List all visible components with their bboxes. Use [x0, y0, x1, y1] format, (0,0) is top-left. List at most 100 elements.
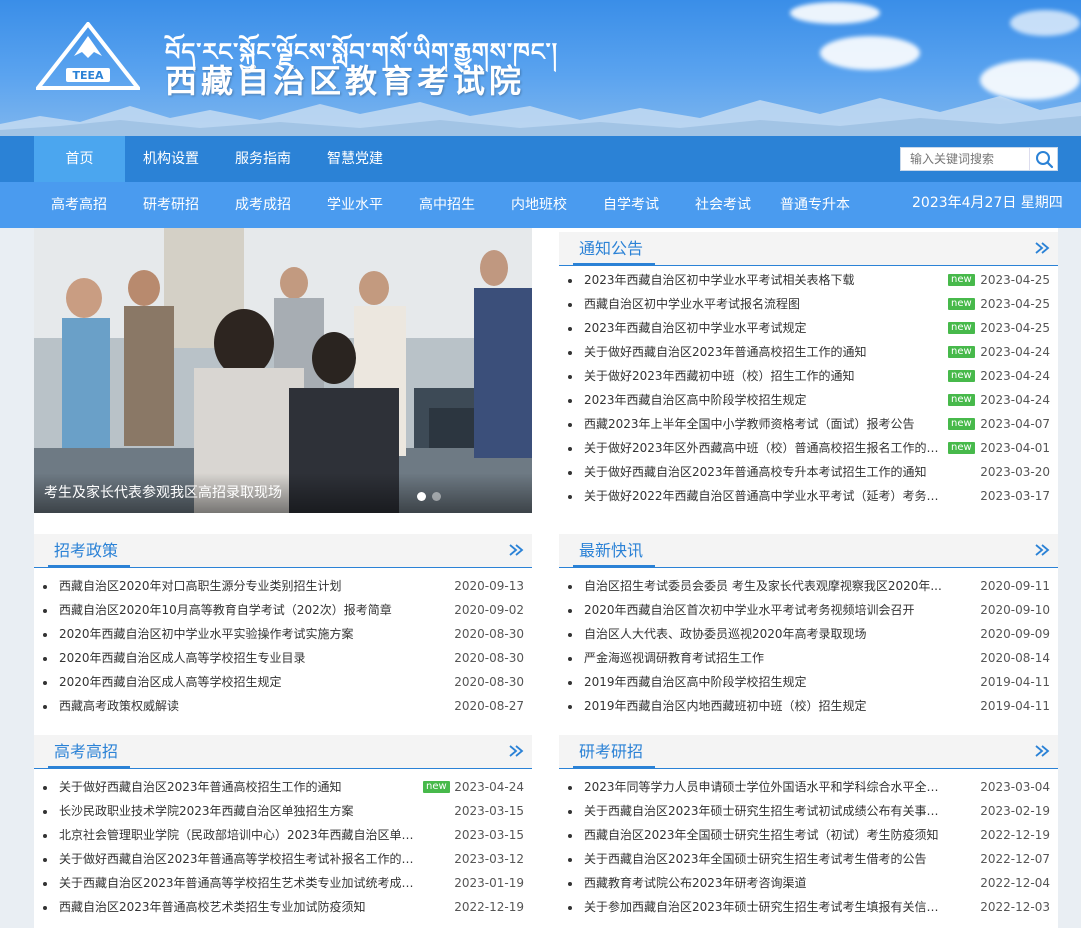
- list-item[interactable]: 关于做好西藏自治区2023年普通高校招生工作的通知 new 2023-04-24: [559, 340, 1058, 364]
- list-item-title[interactable]: 西藏教育考试院公布2023年研考咨询渠道: [584, 871, 807, 895]
- news-title[interactable]: 最新快讯: [579, 534, 643, 568]
- list-item-title[interactable]: 关于做好2023年区外西藏高中班（校）普通高校招生报名工作的通知: [584, 436, 944, 460]
- list-item[interactable]: 2023年西藏自治区初中学业水平考试相关表格下载 new 2023-04-25: [559, 268, 1058, 292]
- list-item-title[interactable]: 2020年西藏自治区首次初中学业水平考试考务视频培训会召开: [584, 598, 915, 622]
- list-item[interactable]: 关于做好西藏自治区2023年普通高校招生工作的通知 new 2023-04-24: [34, 775, 532, 799]
- list-item[interactable]: 关于做好2023年西藏初中班（校）招生工作的通知 new 2023-04-24: [559, 364, 1058, 388]
- list-item-title[interactable]: 2023年同等学力人员申请硕士学位外国语水平和学科综合水平全国...: [584, 775, 949, 799]
- news-slider[interactable]: 考生及家长代表参观我区高招录取现场: [34, 228, 532, 513]
- list-item[interactable]: 2023年西藏自治区初中学业水平考试规定 new 2023-04-25: [559, 316, 1058, 340]
- list-item-title[interactable]: 关于西藏自治区2023年硕士研究生招生考试初试成绩公布有关事宜...: [584, 799, 949, 823]
- nav-item-organization[interactable]: 机构设置: [125, 136, 217, 182]
- slider-dot[interactable]: [432, 492, 441, 501]
- search-button[interactable]: [1029, 148, 1057, 170]
- list-item-title[interactable]: 西藏高考政策权威解读: [59, 694, 179, 718]
- subnav-item-gaozhong[interactable]: 高中招生: [419, 182, 475, 228]
- list-item[interactable]: 西藏自治区2020年对口高职生源分专业类别招生计划 2020-09-13: [34, 574, 532, 598]
- list-item[interactable]: 关于做好西藏自治区2023年普通高等学校招生考试补报名工作的通知 2023-03-…: [34, 847, 532, 871]
- list-item-title[interactable]: 西藏自治区2020年10月高等教育自学考试（202次）报考简章: [59, 598, 392, 622]
- list-item-title[interactable]: 2023年西藏自治区初中学业水平考试规定: [584, 316, 807, 340]
- title-underline: [573, 263, 655, 266]
- list-item-title[interactable]: 2020年西藏自治区成人高等学校招生专业目录: [59, 646, 306, 670]
- list-item[interactable]: 西藏教育考试院公布2023年研考咨询渠道 2022-12-04: [559, 871, 1058, 895]
- slider-caption[interactable]: 考生及家长代表参观我区高招录取现场: [44, 482, 282, 502]
- list-item[interactable]: 2023年同等学力人员申请硕士学位外国语水平和学科综合水平全国... 2023-0…: [559, 775, 1058, 799]
- search-input[interactable]: [901, 148, 1029, 170]
- list-item[interactable]: 自治区人大代表、政协委员巡视2020年高考录取现场 2020-09-09: [559, 622, 1058, 646]
- list-item-title[interactable]: 长沙民政职业技术学院2023年西藏自治区单独招生方案: [59, 799, 354, 823]
- list-item-title[interactable]: 关于做好2023年西藏初中班（校）招生工作的通知: [584, 364, 855, 388]
- list-item-title[interactable]: 2020年西藏自治区初中学业水平实验操作考试实施方案: [59, 622, 354, 646]
- list-item-title[interactable]: 西藏自治区2023年普通高校艺术类招生专业加试防疫须知: [59, 895, 366, 919]
- subnav-item-zhuanshengben[interactable]: 普通专升本: [780, 182, 850, 228]
- list-item-title[interactable]: 关于做好西藏自治区2023年普通高校招生工作的通知: [59, 775, 342, 799]
- list-item-title[interactable]: 2023年西藏自治区高中阶段学校招生规定: [584, 388, 807, 412]
- list-item-title[interactable]: 关于参加西藏自治区2023年硕士研究生招生考试考生填报有关信息...: [584, 895, 949, 919]
- list-item[interactable]: 关于西藏自治区2023年硕士研究生招生考试初试成绩公布有关事宜... 2023-0…: [559, 799, 1058, 823]
- list-item[interactable]: 严金海巡视调研教育考试招生工作 2020-08-14: [559, 646, 1058, 670]
- nav-item-service-guide[interactable]: 服务指南: [217, 136, 309, 182]
- list-item[interactable]: 北京社会管理职业学院（民政部培训中心）2023年西藏自治区单独... 2023-0…: [34, 823, 532, 847]
- list-item[interactable]: 2019年西藏自治区高中阶段学校招生规定 2019-04-11: [559, 670, 1058, 694]
- more-arrows-icon[interactable]: [508, 541, 524, 559]
- nav-item-party-building[interactable]: 智慧党建: [309, 136, 401, 182]
- list-item-title[interactable]: 西藏2023年上半年全国中小学教师资格考试（面试）报考公告: [584, 412, 915, 436]
- list-item-title[interactable]: 关于做好西藏自治区2023年普通高校专升本考试招生工作的通知: [584, 460, 927, 484]
- list-item-title[interactable]: 北京社会管理职业学院（民政部培训中心）2023年西藏自治区单独...: [59, 823, 424, 847]
- list-item[interactable]: 关于西藏自治区2023年全国硕士研究生招生考试考生借考的公告 2022-12-07: [559, 847, 1058, 871]
- subnav-item-gaokao[interactable]: 高考高招: [51, 182, 107, 228]
- subnav-item-shehui[interactable]: 社会考试: [695, 182, 751, 228]
- list-item[interactable]: 2020年西藏自治区成人高等学校招生专业目录 2020-08-30: [34, 646, 532, 670]
- list-item-title[interactable]: 关于做好西藏自治区2023年普通高校招生工作的通知: [584, 340, 867, 364]
- notices-title[interactable]: 通知公告: [579, 232, 643, 266]
- more-arrows-icon[interactable]: [508, 742, 524, 760]
- subnav-item-zixue[interactable]: 自学考试: [603, 182, 659, 228]
- nav-item-home[interactable]: 首页: [34, 136, 125, 182]
- list-item[interactable]: 西藏自治区2023年普通高校艺术类招生专业加试防疫须知 2022-12-19: [34, 895, 532, 919]
- subnav-item-yankao[interactable]: 研考研招: [143, 182, 199, 228]
- list-item-title[interactable]: 自治区招生考试委员会委员 考生及家长代表观摩视察我区2020年...: [584, 574, 942, 598]
- list-item-date: 2019-04-11: [980, 699, 1050, 713]
- list-item-title[interactable]: 严金海巡视调研教育考试招生工作: [584, 646, 764, 670]
- list-item-title[interactable]: 2023年西藏自治区初中学业水平考试相关表格下载: [584, 268, 855, 292]
- list-item[interactable]: 2019年西藏自治区内地西藏班初中班（校）招生规定 2019-04-11: [559, 694, 1058, 718]
- list-item-title[interactable]: 2019年西藏自治区高中阶段学校招生规定: [584, 670, 807, 694]
- list-item[interactable]: 2023年西藏自治区高中阶段学校招生规定 new 2023-04-24: [559, 388, 1058, 412]
- more-arrows-icon[interactable]: [1034, 541, 1050, 559]
- list-item-title[interactable]: 关于做好2022年西藏自治区普通高中学业水平考试（延考）考务工...: [584, 484, 944, 508]
- list-item[interactable]: 2020年西藏自治区成人高等学校招生规定 2020-08-30: [34, 670, 532, 694]
- list-item[interactable]: 关于西藏自治区2023年普通高等学校招生艺术类专业加试统考成绩... 2023-0…: [34, 871, 532, 895]
- list-item-title[interactable]: 自治区人大代表、政协委员巡视2020年高考录取现场: [584, 622, 867, 646]
- list-item[interactable]: 西藏高考政策权威解读 2020-08-27: [34, 694, 532, 718]
- subnav-item-neidi[interactable]: 内地班校: [511, 182, 567, 228]
- list-item[interactable]: 关于做好2022年西藏自治区普通高中学业水平考试（延考）考务工... 2023-0…: [559, 484, 1058, 508]
- gaokao-title[interactable]: 高考高招: [54, 735, 118, 769]
- list-item[interactable]: 2020年西藏自治区初中学业水平实验操作考试实施方案 2020-08-30: [34, 622, 532, 646]
- list-item[interactable]: 关于做好2023年区外西藏高中班（校）普通高校招生报名工作的通知 new 2023-…: [559, 436, 1058, 460]
- list-item-title[interactable]: 关于做好西藏自治区2023年普通高等学校招生考试补报名工作的通知: [59, 847, 424, 871]
- slider-dot-active[interactable]: [417, 492, 426, 501]
- more-arrows-icon[interactable]: [1034, 239, 1050, 257]
- more-arrows-icon[interactable]: [1034, 742, 1050, 760]
- list-item-title[interactable]: 关于西藏自治区2023年全国硕士研究生招生考试考生借考的公告: [584, 847, 927, 871]
- list-item[interactable]: 西藏自治区初中学业水平考试报名流程图 new 2023-04-25: [559, 292, 1058, 316]
- list-item-date: 2019-04-11: [980, 675, 1050, 689]
- list-item[interactable]: 关于参加西藏自治区2023年硕士研究生招生考试考生填报有关信息... 2022-1…: [559, 895, 1058, 919]
- list-item[interactable]: 2020年西藏自治区首次初中学业水平考试考务视频培训会召开 2020-09-10: [559, 598, 1058, 622]
- list-item-title[interactable]: 2020年西藏自治区成人高等学校招生规定: [59, 670, 282, 694]
- subnav-item-chengkao[interactable]: 成考成招: [235, 182, 291, 228]
- list-item[interactable]: 西藏自治区2023年全国硕士研究生招生考试（初试）考生防疫须知 2022-12-1…: [559, 823, 1058, 847]
- yankao-title[interactable]: 研考研招: [579, 735, 643, 769]
- list-item-title[interactable]: 关于西藏自治区2023年普通高等学校招生艺术类专业加试统考成绩...: [59, 871, 424, 895]
- list-item-title[interactable]: 2019年西藏自治区内地西藏班初中班（校）招生规定: [584, 694, 867, 718]
- list-item-title[interactable]: 西藏自治区2023年全国硕士研究生招生考试（初试）考生防疫须知: [584, 823, 939, 847]
- list-item-title[interactable]: 西藏自治区初中学业水平考试报名流程图: [584, 292, 800, 316]
- list-item[interactable]: 自治区招生考试委员会委员 考生及家长代表观摩视察我区2020年... 2020-0…: [559, 574, 1058, 598]
- list-item[interactable]: 长沙民政职业技术学院2023年西藏自治区单独招生方案 2023-03-15: [34, 799, 532, 823]
- list-item[interactable]: 西藏2023年上半年全国中小学教师资格考试（面试）报考公告 new 2023-04-…: [559, 412, 1058, 436]
- list-item[interactable]: 西藏自治区2020年10月高等教育自学考试（202次）报考简章 2020-09-0…: [34, 598, 532, 622]
- policy-title[interactable]: 招考政策: [54, 534, 118, 568]
- subnav-item-xueye[interactable]: 学业水平: [327, 182, 383, 228]
- list-item[interactable]: 关于做好西藏自治区2023年普通高校专升本考试招生工作的通知 2023-03-20: [559, 460, 1058, 484]
- list-item-title[interactable]: 西藏自治区2020年对口高职生源分专业类别招生计划: [59, 574, 342, 598]
